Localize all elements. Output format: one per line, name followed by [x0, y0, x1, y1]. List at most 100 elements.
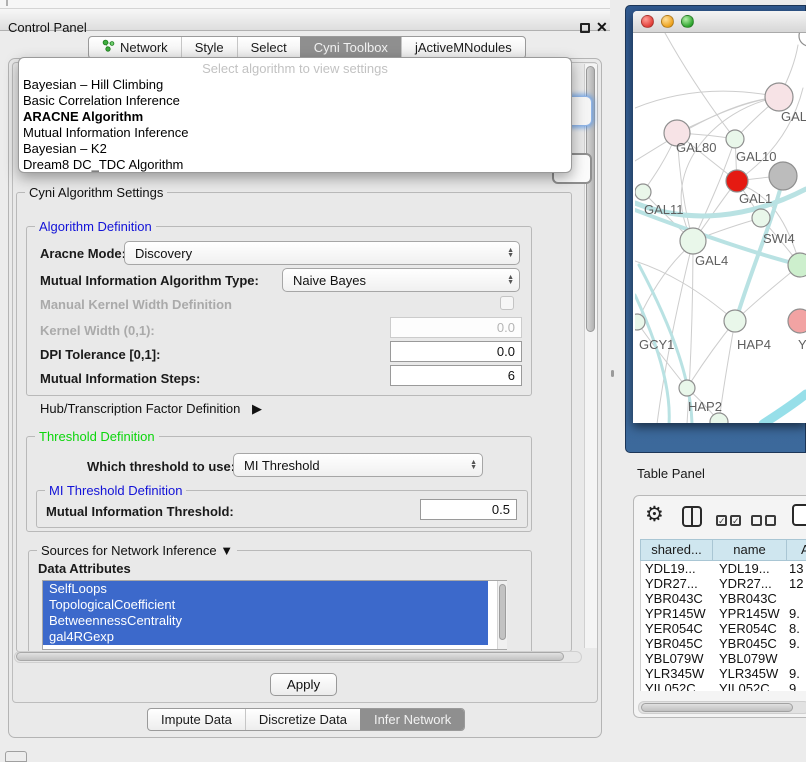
- dropdown-item[interactable]: Mutual Information Inference: [19, 125, 571, 141]
- tab-network[interactable]: Network: [89, 37, 181, 58]
- table-column-header[interactable]: A: [787, 540, 806, 560]
- table-row[interactable]: YPR145WYPR145W9.: [641, 606, 806, 621]
- network-node[interactable]: [726, 130, 744, 148]
- table-cell: 9.: [787, 606, 806, 621]
- tab-select[interactable]: Select: [237, 37, 300, 58]
- tab-style[interactable]: Style: [181, 37, 237, 58]
- network-edge[interactable]: [763, 394, 806, 423]
- table-cell: YPR145W: [713, 606, 787, 621]
- table-cell: [787, 591, 806, 606]
- manual-kernel-label: Manual Kernel Width Definition: [40, 297, 232, 312]
- table-row[interactable]: YBR043CYBR043C: [641, 591, 806, 606]
- table-cell: YBR043C: [641, 591, 713, 606]
- hub-definition-toggle[interactable]: Hub/Transcription Factor Definition ▶: [40, 401, 262, 417]
- mi-threshold-group-title: MI Threshold Definition: [45, 483, 186, 498]
- network-node[interactable]: [765, 83, 793, 111]
- tab-cyni-toolbox[interactable]: Cyni Toolbox: [300, 37, 401, 58]
- dropdown-item[interactable]: Bayesian – Hill Climbing: [19, 77, 571, 93]
- algorithm-dropdown-placeholder: Select algorithm to view settings: [19, 58, 571, 77]
- table-column-header[interactable]: name: [713, 540, 787, 560]
- unchecked-checkbox-icon[interactable]: [751, 515, 762, 526]
- chevron-down-icon[interactable]: ▼: [220, 543, 233, 558]
- manual-kernel-checkbox[interactable]: [500, 296, 514, 310]
- table-row[interactable]: YBL079WYBL079W: [641, 651, 806, 666]
- table-row[interactable]: YDL19...YDL19...13: [641, 561, 806, 576]
- tab-infer-network[interactable]: Infer Network: [360, 709, 464, 730]
- hub-definition-label: Hub/Transcription Factor Definition: [40, 401, 240, 416]
- table-column-header[interactable]: shared...: [641, 540, 713, 560]
- splitter-handle[interactable]: [611, 370, 614, 377]
- settings-horizontal-scrollbar-thumb[interactable]: [16, 652, 564, 661]
- attribute-list-item[interactable]: TopologicalCoefficient: [43, 597, 488, 613]
- attribute-list-item[interactable]: SelfLoops: [43, 581, 488, 597]
- aracne-mode-select[interactable]: Discovery ▲▼: [124, 241, 520, 265]
- columns-icon[interactable]: [682, 506, 702, 527]
- table-row[interactable]: YER054CYER054C8.: [641, 621, 806, 636]
- table-horizontal-scrollbar-thumb[interactable]: [641, 703, 793, 712]
- network-node-label: GAL: [781, 109, 806, 124]
- network-node-label: HAP2: [688, 399, 722, 414]
- network-node[interactable]: [635, 314, 645, 330]
- network-node[interactable]: [726, 170, 748, 192]
- network-edge[interactable]: [635, 91, 779, 108]
- dpi-tolerance-field[interactable]: 0.0: [390, 341, 522, 362]
- network-node[interactable]: [769, 162, 797, 190]
- float-window-icon[interactable]: [580, 23, 590, 33]
- network-edge[interactable]: [677, 97, 779, 133]
- tab-discretize-data[interactable]: Discretize Data: [245, 709, 360, 730]
- mi-threshold-field[interactable]: 0.5: [420, 499, 517, 520]
- algorithm-dropdown-list: Bayesian – Hill ClimbingBasic Correlatio…: [19, 77, 571, 173]
- attribute-list-item[interactable]: gal4RGexp: [43, 629, 488, 645]
- table-row[interactable]: YBR045CYBR045C9.: [641, 636, 806, 651]
- table-cell: YDL19...: [713, 561, 787, 576]
- dropdown-item[interactable]: Bayesian – K2: [19, 141, 571, 157]
- table-cell: YDR27...: [713, 576, 787, 591]
- window-minimize-button[interactable]: [661, 15, 674, 28]
- attribute-list-item[interactable]: BetweennessCentrality: [43, 613, 488, 629]
- data-attributes-list[interactable]: SelfLoopsTopologicalCoefficientBetweenne…: [42, 580, 507, 650]
- bottom-left-panel-fragment: [5, 751, 27, 762]
- network-node[interactable]: [799, 33, 806, 46]
- table-cell: YLR345W: [641, 666, 713, 681]
- table-row[interactable]: YIL052CYIL052C9: [641, 681, 806, 691]
- dropdown-item[interactable]: Basic Correlation Inference: [19, 93, 571, 109]
- tab-impute-data[interactable]: Impute Data: [148, 709, 245, 730]
- dropdown-item[interactable]: ARACNE Algorithm: [19, 109, 571, 125]
- table-row[interactable]: YDR27...YDR27...12: [641, 576, 806, 591]
- table-cell: YER054C: [713, 621, 787, 636]
- apply-button[interactable]: Apply: [270, 673, 337, 696]
- gear-icon[interactable]: ⚙: [645, 503, 664, 527]
- network-canvas[interactable]: GALGAL80GAL10GAL11GAL1SWI4GAL4GCY1HAP4YH…: [635, 33, 806, 423]
- kernel-width-field[interactable]: 0.0: [390, 317, 522, 338]
- network-node-label: GAL1: [739, 191, 772, 206]
- network-node[interactable]: [635, 184, 651, 200]
- table-row[interactable]: YLR345WYLR345W9.: [641, 666, 806, 681]
- window-close-button[interactable]: [641, 15, 654, 28]
- network-edge[interactable]: [637, 243, 693, 322]
- mi-steps-field[interactable]: 6: [390, 365, 522, 386]
- mi-type-select[interactable]: Naive Bayes ▲▼: [282, 268, 520, 292]
- tab-jactivemnodules[interactable]: jActiveMNodules: [401, 37, 525, 58]
- which-threshold-select[interactable]: MI Threshold ▲▼: [233, 453, 483, 477]
- network-node[interactable]: [752, 209, 770, 227]
- network-node[interactable]: [724, 310, 746, 332]
- data-attributes-label: Data Attributes: [38, 561, 131, 576]
- attributes-list-scrollbar-thumb[interactable]: [499, 584, 506, 640]
- network-node[interactable]: [680, 228, 706, 254]
- checked-checkbox-icon[interactable]: ✓: [716, 515, 727, 526]
- network-edge[interactable]: [687, 321, 735, 388]
- table-cell: YBR045C: [713, 636, 787, 651]
- close-icon[interactable]: ✕: [596, 19, 608, 36]
- dropdown-item[interactable]: Dream8 DC_TDC Algorithm: [19, 157, 571, 173]
- window-zoom-button[interactable]: [681, 15, 694, 28]
- which-threshold-value: MI Threshold: [244, 458, 320, 473]
- tab-jactivemnodules-label: jActiveMNodules: [415, 37, 512, 58]
- network-node[interactable]: [788, 253, 806, 277]
- network-window-titlebar[interactable]: [633, 11, 806, 33]
- table-sheet-icon[interactable]: [792, 504, 806, 526]
- network-node[interactable]: [679, 380, 695, 396]
- network-edge[interactable]: [635, 261, 735, 321]
- checked-checkbox-icon[interactable]: ✓: [730, 515, 741, 526]
- unchecked-checkbox-icon[interactable]: [765, 515, 776, 526]
- network-node[interactable]: [788, 309, 806, 333]
